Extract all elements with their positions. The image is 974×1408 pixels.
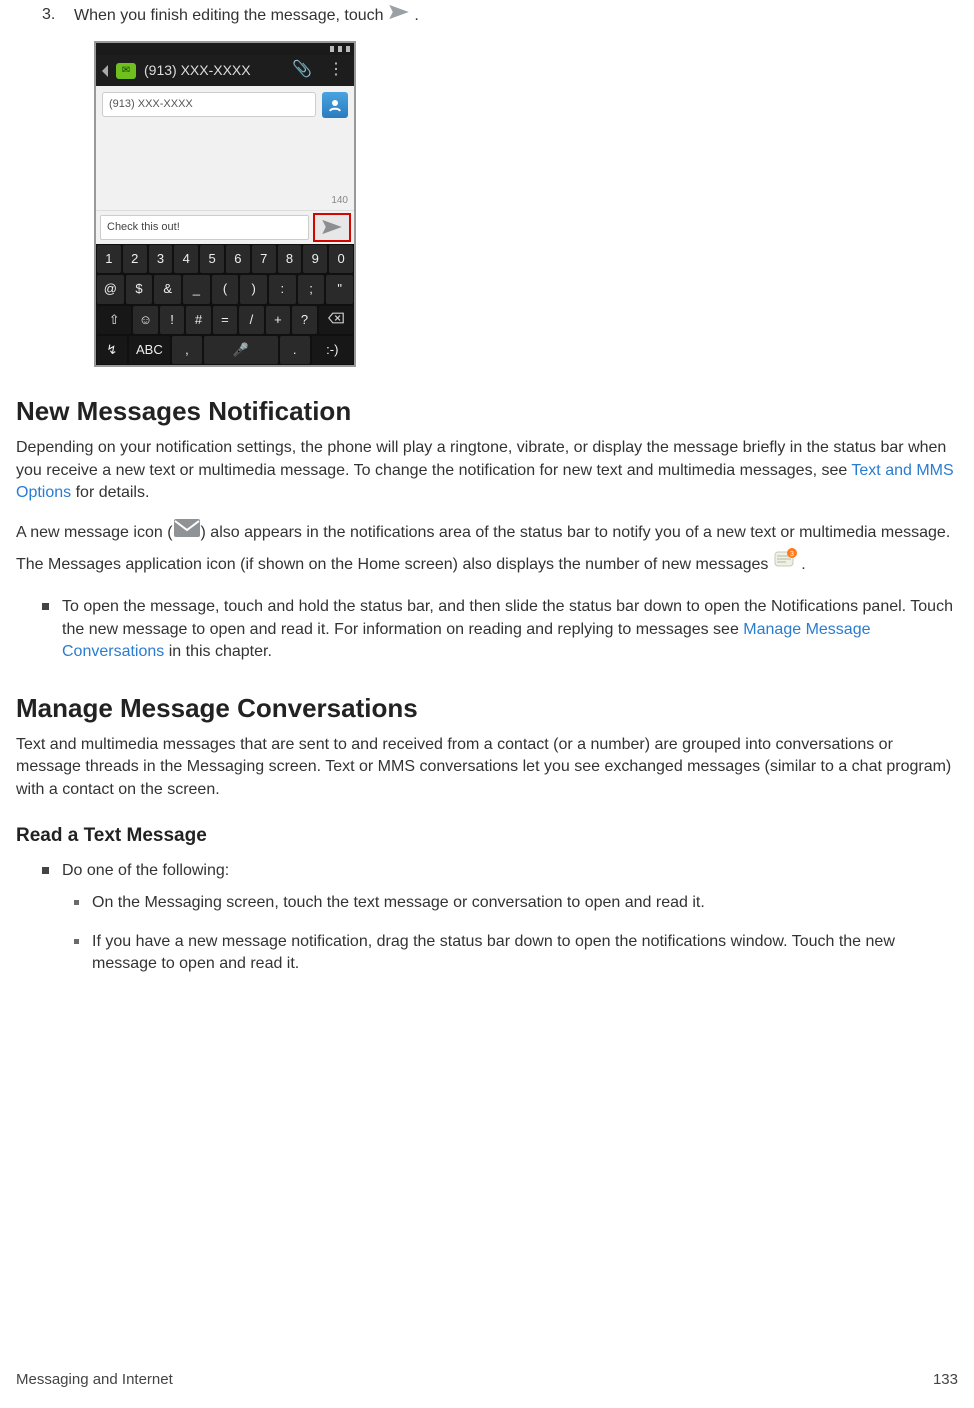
backspace-key[interactable] <box>319 306 353 334</box>
key[interactable]: 2 <box>123 245 147 273</box>
abc-key[interactable]: ABC <box>129 336 171 364</box>
send-button[interactable] <box>313 213 351 242</box>
sec3-sub1: On the Messaging screen, touch the text … <box>92 892 958 914</box>
key[interactable]: 3 <box>149 245 173 273</box>
key[interactable]: 4 <box>174 245 198 273</box>
messages-app-icon: ✉ <box>116 63 136 79</box>
header-phone-number: (913) XXX-XXXX <box>144 61 280 81</box>
comma-key[interactable]: , <box>172 336 202 364</box>
key[interactable]: ; <box>298 275 325 303</box>
key[interactable]: 6 <box>226 245 250 273</box>
status-bar <box>96 43 354 55</box>
period-key[interactable]: . <box>280 336 310 364</box>
text: in this chapter. <box>169 643 272 660</box>
svg-text:3: 3 <box>790 551 794 558</box>
heading-manage-message-conversations: Manage Message Conversations <box>16 690 958 726</box>
keyboard: 1 2 3 4 5 6 7 8 9 0 @ $ & _ ( ) : ; " ⇧ … <box>96 244 354 365</box>
key[interactable]: 0 <box>329 245 353 273</box>
key[interactable]: + <box>266 306 290 334</box>
step-3: 3. When you finish editing the message, … <box>16 4 958 27</box>
sec1-para1: Depending on your notification settings,… <box>16 437 958 504</box>
message-body-area: 140 <box>96 124 354 210</box>
step-number: 3. <box>42 4 60 27</box>
compose-header: ✉ (913) XXX-XXXX 📎 ⋮ <box>96 55 354 85</box>
sym-key[interactable]: ↯ <box>97 336 127 364</box>
text: Depending on your notification settings,… <box>16 439 946 478</box>
step-text-before: When you finish editing the message, tou… <box>74 7 388 24</box>
contact-picker-icon[interactable] <box>322 92 348 118</box>
compose-input-row: Check this out! <box>96 210 354 244</box>
step-text: When you finish editing the message, tou… <box>74 4 958 27</box>
key[interactable]: 1 <box>97 245 121 273</box>
key[interactable]: = <box>213 306 237 334</box>
key[interactable]: / <box>239 306 263 334</box>
envelope-icon <box>173 518 201 548</box>
text: Do one of the following: <box>62 862 229 879</box>
text: for details. <box>76 484 150 501</box>
footer-section: Messaging and Internet <box>16 1369 173 1390</box>
recipient-row: (913) XXX-XXXX <box>96 86 354 124</box>
space-key[interactable]: 🎤 <box>204 336 278 364</box>
footer-page: 133 <box>933 1369 958 1390</box>
key[interactable]: 8 <box>278 245 302 273</box>
key[interactable]: # <box>186 306 210 334</box>
key[interactable]: : <box>269 275 296 303</box>
sec1-para2: A new message icon () also appears in th… <box>16 518 958 582</box>
heading-read-a-text-message: Read a Text Message <box>16 823 958 850</box>
key[interactable]: 7 <box>252 245 276 273</box>
sec3-sub2: If you have a new message notification, … <box>92 931 958 976</box>
phone-screenshot: ✉ (913) XXX-XXXX 📎 ⋮ (913) XXX-XXXX 140 … <box>94 41 356 367</box>
messages-badge-icon: 3 <box>773 548 797 582</box>
sec1-bullet: To open the message, touch and hold the … <box>60 596 958 663</box>
key[interactable]: $ <box>126 275 153 303</box>
text: A new message icon ( <box>16 525 173 542</box>
key[interactable]: ( <box>212 275 239 303</box>
send-icon <box>388 4 410 27</box>
key[interactable]: " <box>326 275 353 303</box>
key[interactable]: 9 <box>303 245 327 273</box>
key[interactable]: ! <box>160 306 184 334</box>
shift-key[interactable]: ⇧ <box>97 306 131 334</box>
key[interactable]: ? <box>292 306 316 334</box>
back-icon[interactable] <box>102 65 108 77</box>
more-icon[interactable]: ⋮ <box>324 59 348 81</box>
page-footer: Messaging and Internet 133 <box>16 1369 958 1390</box>
char-counter: 140 <box>331 194 348 208</box>
compose-text-field[interactable]: Check this out! <box>100 215 309 240</box>
key[interactable]: & <box>154 275 181 303</box>
key[interactable]: 5 <box>200 245 224 273</box>
sec3-lead: Do one of the following: On the Messagin… <box>60 860 958 976</box>
emoji-key[interactable]: :-) <box>312 336 354 364</box>
key[interactable]: ☺ <box>133 306 157 334</box>
step-text-after: . <box>414 7 418 24</box>
key[interactable]: _ <box>183 275 210 303</box>
text: . <box>797 557 806 574</box>
recipient-field[interactable]: (913) XXX-XXXX <box>102 92 316 117</box>
key[interactable]: ) <box>240 275 267 303</box>
heading-new-messages-notification: New Messages Notification <box>16 393 958 429</box>
attach-icon[interactable]: 📎 <box>288 59 316 81</box>
key[interactable]: @ <box>97 275 124 303</box>
sec2-para: Text and multimedia messages that are se… <box>16 734 958 801</box>
